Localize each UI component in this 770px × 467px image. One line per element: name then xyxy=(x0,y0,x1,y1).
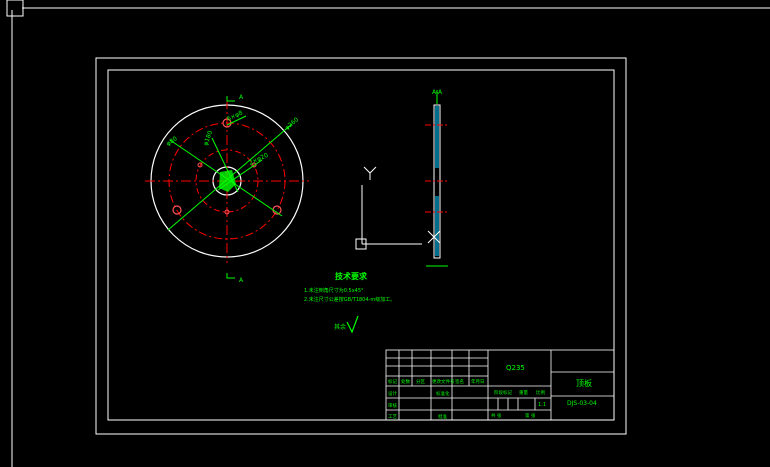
section-mark-bottom-label: A xyxy=(239,277,244,284)
plate-section-hatch-upper xyxy=(435,106,439,168)
front-view[interactable]: 6×φ8 φ260 φ80 2×φ20 φ180 A A xyxy=(145,94,309,284)
drawing-number-label: DJS-03-04 xyxy=(567,400,597,407)
approve-label: 批准 xyxy=(438,413,447,420)
tech-requirement-item: 2.未注尺寸公差按GB/T1804-m级加工。 xyxy=(304,296,395,303)
roughness-note: 其余 xyxy=(334,323,346,331)
roughness-symbol xyxy=(346,315,359,334)
header-change-doc: 更改文件号 xyxy=(432,378,455,385)
ratio-label: 比例 xyxy=(536,389,545,396)
ucs-axes-icon[interactable] xyxy=(355,166,441,250)
sheet-no-label: 第 张 xyxy=(525,412,536,419)
header-count: 处数 xyxy=(401,378,410,385)
check-label: 审核 xyxy=(388,402,397,409)
center-bore-hatch xyxy=(219,170,236,192)
dim-pin-holes-label: 2×φ20 xyxy=(248,152,270,167)
header-zone: 分区 xyxy=(416,378,425,385)
header-mark: 标记 xyxy=(388,378,397,385)
process-label: 工艺 xyxy=(388,414,397,420)
header-date: 年月日 xyxy=(471,378,485,385)
ucs-corner-icon[interactable] xyxy=(6,0,24,17)
weight-label: 重量 xyxy=(519,389,528,396)
ucs-y-letter xyxy=(363,166,377,180)
tech-requirements-title: 技术要求 xyxy=(335,271,368,281)
section-mark-top xyxy=(226,96,235,102)
tech-requirement-item: 1.未注倒角尺寸为0.5x45° xyxy=(304,287,364,294)
dim-outer-diameter-label: φ260 xyxy=(284,116,300,131)
dim-bore-label: φ80 xyxy=(165,135,179,147)
section-mark-bottom xyxy=(226,273,235,279)
design-label: 设计 xyxy=(388,390,397,397)
standardization-label: 标准化 xyxy=(436,390,450,397)
sheet-outer-border xyxy=(95,57,627,435)
section-view-label: A-A xyxy=(432,89,443,96)
sheet-total-label: 共 张 xyxy=(491,412,502,419)
scale-value: 1:1 xyxy=(538,402,546,408)
section-mark-top-label: A xyxy=(239,94,244,101)
cad-drawing-canvas[interactable]: 6×φ8 φ260 φ80 2×φ20 φ180 A A A-A 技术要求 1.… xyxy=(0,0,770,467)
plate-section-hatch-lower xyxy=(435,196,439,256)
sheet-inner-border xyxy=(107,69,615,421)
part-name-label: 顶板 xyxy=(576,378,592,388)
material-label: Q235 xyxy=(506,364,525,372)
tech-requirements: 技术要求 1.未注倒角尺寸为0.5x45° 2.未注尺寸公差按GB/T1804-… xyxy=(304,271,395,334)
stage-marks-label: 阶段标记 xyxy=(494,389,512,396)
header-signature: 签名 xyxy=(455,378,464,385)
